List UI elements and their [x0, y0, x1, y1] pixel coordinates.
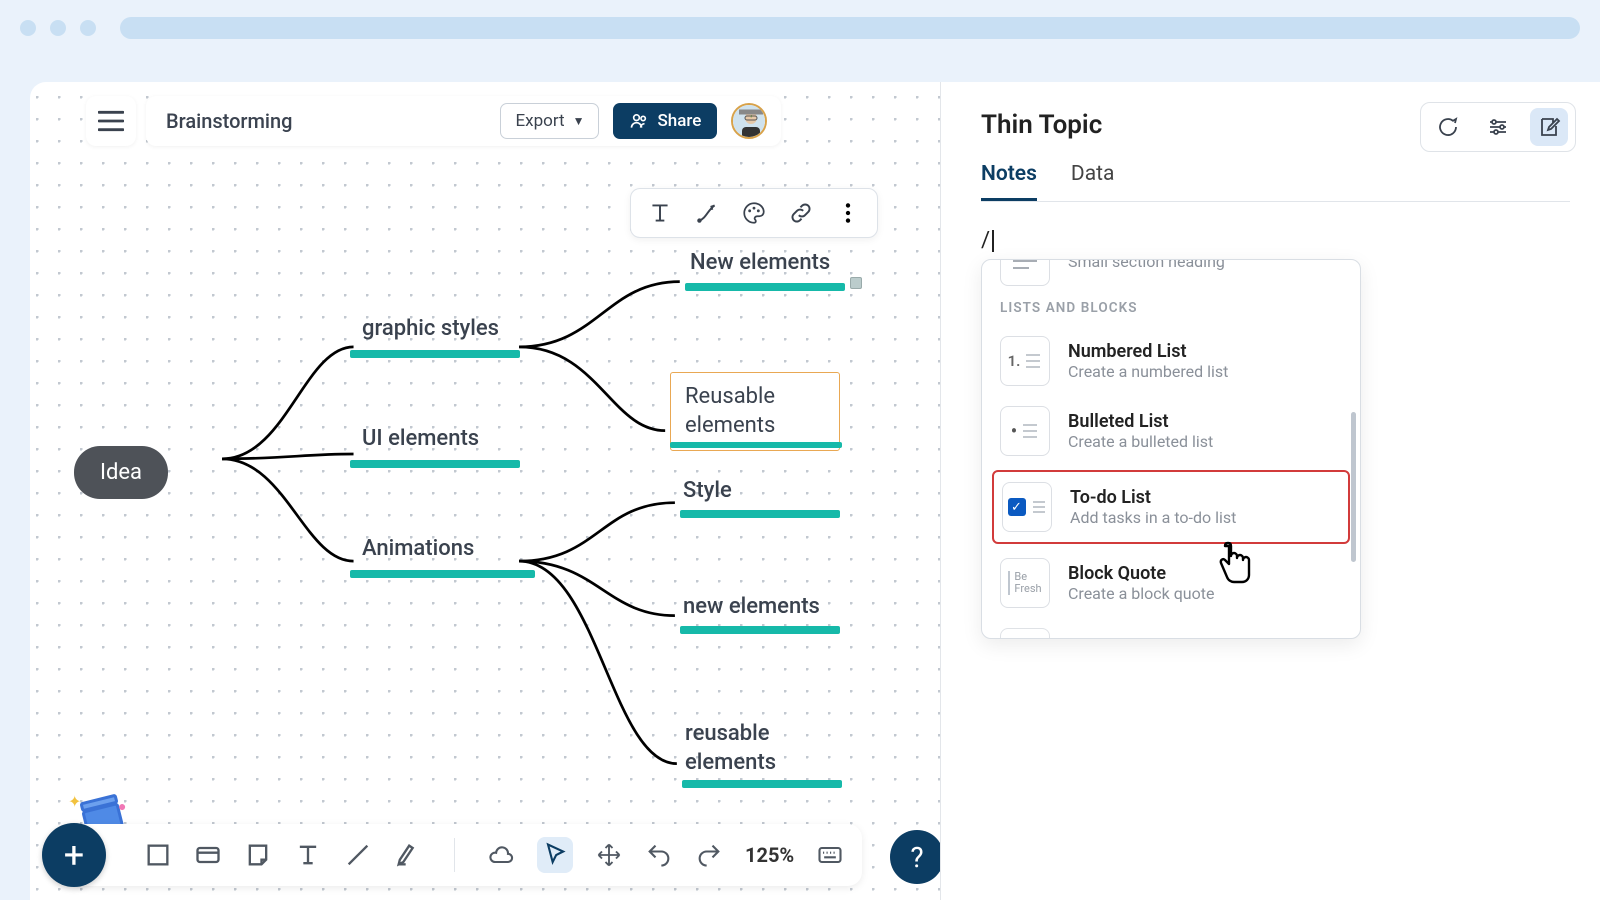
- mindmap-leaf-underline: [682, 780, 842, 788]
- slash-item-title: Block Quote: [1068, 563, 1214, 584]
- chrome-dot: [20, 20, 36, 36]
- mindmap-branch-underline: [350, 460, 520, 468]
- add-button[interactable]: +: [42, 823, 106, 887]
- cursor-icon: [541, 841, 569, 869]
- slash-item-desc: Small section heading: [1068, 260, 1225, 271]
- edit-mode-button[interactable]: [1530, 108, 1568, 146]
- bottom-toolbar: + 125%: [72, 824, 862, 886]
- table-icon: [1000, 628, 1050, 639]
- comments-mode-button[interactable]: [1428, 108, 1466, 146]
- edit-note-icon: [1537, 115, 1561, 139]
- square-icon: [144, 841, 172, 869]
- slash-item-heading[interactable]: Small section heading: [982, 260, 1360, 296]
- bulleted-list-icon: •: [1000, 406, 1050, 456]
- zoom-level[interactable]: 125%: [745, 843, 794, 867]
- slash-section-header: LISTS AND BLOCKS: [982, 296, 1360, 326]
- settings-mode-button[interactable]: [1479, 108, 1517, 146]
- slash-item-blockquote[interactable]: BeFresh Block Quote Create a block quote: [982, 548, 1360, 618]
- mindmap-leaf-label[interactable]: New elements: [690, 250, 830, 275]
- note-tool-button[interactable]: [244, 841, 272, 869]
- line-tool-button[interactable]: [344, 841, 372, 869]
- cloud-icon: [487, 841, 515, 869]
- todo-list-icon: ✓: [1002, 482, 1052, 532]
- select-tool-button[interactable]: [537, 837, 573, 873]
- chrome-addressbar: [120, 17, 1580, 39]
- text-bottom-button[interactable]: [294, 841, 322, 869]
- mindmap-branch-label[interactable]: Animations: [362, 536, 474, 561]
- mindmap-leaf-label[interactable]: new elements: [683, 594, 820, 619]
- selected-node-label: Reusableelements: [671, 373, 839, 450]
- mindmap-leaf-underline: [680, 626, 840, 634]
- panel-tabs: Notes Data: [981, 162, 1570, 202]
- move-icon: [595, 841, 623, 869]
- highlight-tool-button[interactable]: [394, 841, 422, 869]
- mindmap-leaf-label[interactable]: Style: [683, 478, 732, 503]
- text-icon: [294, 841, 322, 869]
- rect-tool-button[interactable]: [144, 841, 172, 869]
- slash-menu-scrollbar[interactable]: [1351, 412, 1356, 562]
- slash-item-title: Bulleted List: [1068, 411, 1213, 432]
- slash-item-title: Numbered List: [1068, 341, 1228, 362]
- help-button[interactable]: ?: [890, 830, 940, 884]
- line-icon: [344, 841, 372, 869]
- blockquote-icon: BeFresh: [1000, 558, 1050, 608]
- mindmap-branch-underline: [350, 570, 535, 578]
- undo-icon: [645, 841, 673, 869]
- browser-chrome: [0, 0, 1600, 55]
- mindmap-connectors: [30, 82, 940, 900]
- mindmap-branch-underline: [350, 350, 520, 358]
- highlighter-icon: [394, 841, 422, 869]
- card-tool-button[interactable]: [194, 841, 222, 869]
- slash-menu: Small section heading LISTS AND BLOCKS 1…: [981, 259, 1361, 639]
- mindmap-leaf-underline: [680, 510, 840, 518]
- mindmap-selected-node[interactable]: Reusableelements: [670, 372, 840, 451]
- slash-item-todo[interactable]: ✓ To-do List Add tasks in a to-do list: [992, 470, 1350, 544]
- tab-data[interactable]: Data: [1071, 162, 1115, 201]
- slash-item-desc: Create a block quote: [1068, 584, 1214, 603]
- slash-item-desc: Create a bulleted list: [1068, 432, 1213, 451]
- root-label: Idea: [100, 460, 142, 485]
- mindmap-leaf-underline: [670, 442, 842, 448]
- mindmap-root-node[interactable]: Idea: [74, 446, 168, 499]
- mindmap-branch-label[interactable]: graphic styles: [362, 316, 499, 341]
- mindmap-branch-label[interactable]: UI elements: [362, 426, 479, 451]
- heading-item-icon: [1000, 260, 1050, 286]
- panel-mode-switcher: [1420, 102, 1576, 152]
- keyboard-icon: [816, 841, 844, 869]
- redo-button[interactable]: [695, 841, 723, 869]
- chrome-dot: [50, 20, 66, 36]
- text-caret: [992, 230, 994, 252]
- inspector-panel: Thin Topic Notes Data / Small section he…: [940, 82, 1600, 900]
- slash-item-bulleted[interactable]: • Bulleted List Create a bulleted list: [982, 396, 1360, 466]
- redo-icon: [695, 841, 723, 869]
- chat-icon: [1435, 115, 1459, 139]
- notes-editor[interactable]: /: [981, 228, 1570, 253]
- tab-notes[interactable]: Notes: [981, 162, 1037, 201]
- undo-button[interactable]: [645, 841, 673, 869]
- slash-item-desc: Create a numbered list: [1068, 362, 1228, 381]
- sliders-icon: [1486, 115, 1510, 139]
- slash-item-numbered[interactable]: 1. Numbered List Create a numbered list: [982, 326, 1360, 396]
- mindmap-leaf-underline: [685, 283, 845, 291]
- chrome-dot: [80, 20, 96, 36]
- slash-item-desc: Add tasks in a to-do list: [1070, 508, 1236, 527]
- canvas-area[interactable]: Brainstorming Export ▼ Share: [30, 82, 940, 900]
- keyboard-button[interactable]: [816, 841, 844, 869]
- slash-text: /: [981, 228, 990, 253]
- numbered-list-icon: 1.: [1000, 336, 1050, 386]
- cloud-sync-button[interactable]: [487, 841, 515, 869]
- note-icon: [244, 841, 272, 869]
- slash-item-table[interactable]: Table: [982, 618, 1360, 639]
- mindmap-leaf-label[interactable]: reusableelements: [685, 720, 776, 777]
- pan-tool-button[interactable]: [595, 841, 623, 869]
- workspace: Brainstorming Export ▼ Share: [30, 82, 1600, 900]
- slash-item-title: To-do List: [1070, 487, 1236, 508]
- node-expand-handle[interactable]: [850, 277, 862, 289]
- card-icon: [194, 841, 222, 869]
